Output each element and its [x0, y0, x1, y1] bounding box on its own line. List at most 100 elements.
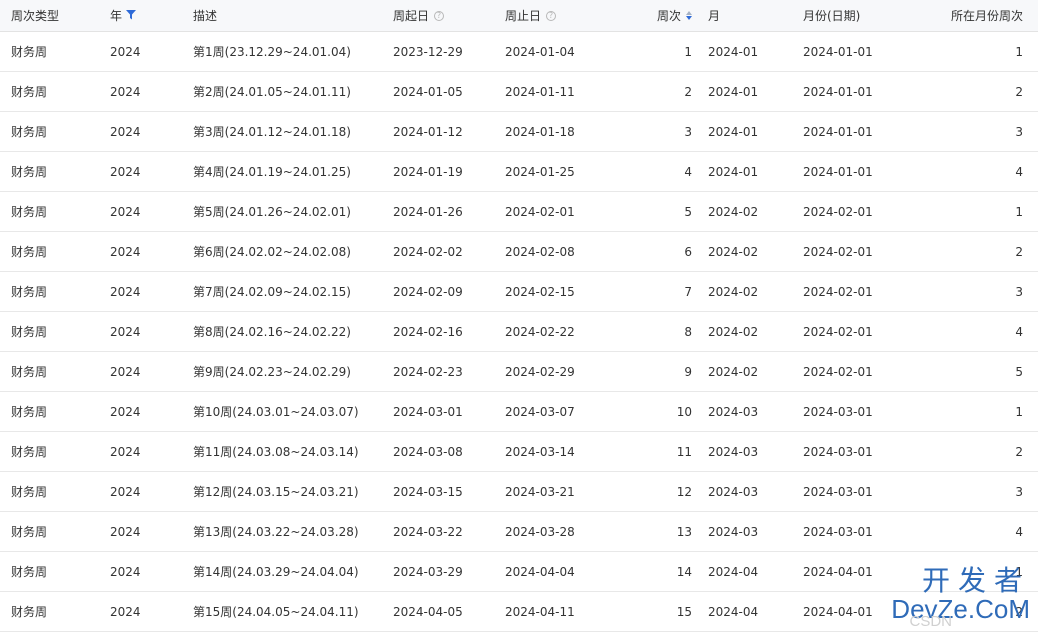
- header-description-label: 描述: [193, 9, 218, 23]
- table-row[interactable]: 财务周 2024 第3周(24.01.12~24.01.18) 2024-01-…: [0, 112, 1038, 152]
- table-row[interactable]: 财务周 2024 第5周(24.01.26~24.02.01) 2024-01-…: [0, 192, 1038, 232]
- cell-week-type: 财务周: [11, 85, 48, 99]
- question-circle-icon[interactable]: ?: [546, 10, 557, 21]
- question-circle-icon[interactable]: ?: [434, 10, 445, 21]
- sort-ascending-icon[interactable]: [686, 11, 692, 15]
- cell-description: 第12周(24.03.15~24.03.21): [193, 485, 359, 499]
- sort-icon[interactable]: [686, 11, 692, 20]
- cell-year: 2024: [110, 404, 141, 419]
- cell-month: 2024-03: [708, 444, 759, 459]
- header-week-number[interactable]: 周次: [600, 0, 692, 31]
- cell-month-date: 2024-02-01: [803, 284, 873, 299]
- cell-week-number: 10: [676, 404, 692, 419]
- cell-month-date: 2024-01-01: [803, 164, 873, 179]
- cell-week-type: 财务周: [11, 125, 48, 139]
- table-row[interactable]: 财务周 2024 第1周(23.12.29~24.01.04) 2023-12-…: [0, 32, 1038, 72]
- cell-week-start: 2024-04-05: [393, 604, 463, 619]
- cell-week-in-month: 4: [1015, 164, 1023, 179]
- cell-week-type: 财务周: [11, 565, 48, 579]
- filter-icon[interactable]: [126, 9, 137, 23]
- cell-year: 2024: [110, 124, 141, 139]
- table-row[interactable]: 财务周 2024 第8周(24.02.16~24.02.22) 2024-02-…: [0, 312, 1038, 352]
- cell-week-end: 2024-03-07: [505, 404, 575, 419]
- cell-week-type: 财务周: [11, 245, 48, 259]
- header-year[interactable]: 年: [110, 0, 185, 31]
- cell-week-type: 财务周: [11, 205, 48, 219]
- cell-week-type: 财务周: [11, 45, 48, 59]
- header-week-type[interactable]: 周次类型: [11, 0, 101, 31]
- table-row[interactable]: 财务周 2024 第14周(24.03.29~24.04.04) 2024-03…: [0, 552, 1038, 592]
- cell-week-in-month: 4: [1015, 324, 1023, 339]
- cell-month: 2024-01: [708, 84, 759, 99]
- cell-year: 2024: [110, 484, 141, 499]
- cell-month: 2024-03: [708, 524, 759, 539]
- cell-week-in-month: 2: [1015, 444, 1023, 459]
- cell-week-in-month: 3: [1015, 484, 1023, 499]
- cell-week-number: 9: [684, 364, 692, 379]
- cell-description: 第6周(24.02.02~24.02.08): [193, 245, 351, 259]
- cell-week-start: 2024-02-16: [393, 324, 463, 339]
- header-week-end[interactable]: 周止日 ?: [505, 0, 610, 31]
- cell-week-number: 8: [684, 324, 692, 339]
- cell-month: 2024-03: [708, 404, 759, 419]
- cell-week-end: 2024-04-11: [505, 604, 575, 619]
- cell-month: 2024-01: [708, 124, 759, 139]
- cell-week-end: 2024-01-25: [505, 164, 575, 179]
- cell-month: 2024-02: [708, 204, 759, 219]
- table-row[interactable]: 财务周 2024 第4周(24.01.19~24.01.25) 2024-01-…: [0, 152, 1038, 192]
- cell-month-date: 2024-03-01: [803, 524, 873, 539]
- table-row[interactable]: 财务周 2024 第13周(24.03.22~24.03.28) 2024-03…: [0, 512, 1038, 552]
- cell-month: 2024-04: [708, 604, 759, 619]
- table-row[interactable]: 财务周 2024 第11周(24.03.08~24.03.14) 2024-03…: [0, 432, 1038, 472]
- cell-week-in-month: 3: [1015, 124, 1023, 139]
- table-row[interactable]: 财务周 2024 第15周(24.04.05~24.04.11) 2024-04…: [0, 592, 1038, 632]
- cell-week-in-month: 1: [1015, 404, 1023, 419]
- cell-description: 第3周(24.01.12~24.01.18): [193, 125, 351, 139]
- table-row[interactable]: 财务周 2024 第7周(24.02.09~24.02.15) 2024-02-…: [0, 272, 1038, 312]
- cell-week-in-month: 3: [1015, 284, 1023, 299]
- cell-description: 第5周(24.01.26~24.02.01): [193, 205, 351, 219]
- cell-week-start: 2024-02-23: [393, 364, 463, 379]
- cell-week-end: 2024-02-29: [505, 364, 575, 379]
- header-description[interactable]: 描述: [193, 0, 388, 31]
- header-month-date[interactable]: 月份(日期): [803, 0, 903, 31]
- cell-month-date: 2024-01-01: [803, 44, 873, 59]
- table-row[interactable]: 财务周 2024 第9周(24.02.23~24.02.29) 2024-02-…: [0, 352, 1038, 392]
- cell-year: 2024: [110, 164, 141, 179]
- cell-week-number: 4: [684, 164, 692, 179]
- cell-week-start: 2024-03-15: [393, 484, 463, 499]
- cell-week-type: 财务周: [11, 325, 48, 339]
- cell-description: 第14周(24.03.29~24.04.04): [193, 565, 359, 579]
- header-month[interactable]: 月: [708, 0, 798, 31]
- table-row[interactable]: 财务周 2024 第6周(24.02.02~24.02.08) 2024-02-…: [0, 232, 1038, 272]
- table-row[interactable]: 财务周 2024 第12周(24.03.15~24.03.21) 2024-03…: [0, 472, 1038, 512]
- cell-week-type: 财务周: [11, 365, 48, 379]
- cell-week-start: 2024-03-01: [393, 404, 463, 419]
- cell-week-start: 2023-12-29: [393, 44, 463, 59]
- cell-week-in-month: 2: [1015, 244, 1023, 259]
- cell-description: 第2周(24.01.05~24.01.11): [193, 85, 351, 99]
- table-row[interactable]: 财务周 2024 第10周(24.03.01~24.03.07) 2024-03…: [0, 392, 1038, 432]
- cell-month-date: 2024-02-01: [803, 244, 873, 259]
- cell-month-date: 2024-02-01: [803, 364, 873, 379]
- header-year-label: 年: [110, 9, 123, 23]
- cell-week-end: 2024-01-18: [505, 124, 575, 139]
- cell-week-start: 2024-02-02: [393, 244, 463, 259]
- cell-month-date: 2024-03-01: [803, 444, 873, 459]
- cell-week-in-month: 4: [1015, 524, 1023, 539]
- cell-month-date: 2024-03-01: [803, 484, 873, 499]
- cell-week-start: 2024-03-22: [393, 524, 463, 539]
- cell-week-number: 6: [684, 244, 692, 259]
- cell-week-end: 2024-02-15: [505, 284, 575, 299]
- header-week-in-month[interactable]: 所在月份周次: [900, 0, 1023, 31]
- cell-month-date: 2024-03-01: [803, 404, 873, 419]
- cell-week-number: 5: [684, 204, 692, 219]
- table-header: 周次类型 年 描述 周起日 ? 周止日 ? 周次 月 月份(日期) 所在月份周次: [0, 0, 1038, 32]
- cell-week-number: 12: [676, 484, 692, 499]
- cell-month: 2024-03: [708, 484, 759, 499]
- cell-description: 第8周(24.02.16~24.02.22): [193, 325, 351, 339]
- header-week-start[interactable]: 周起日 ?: [393, 0, 498, 31]
- table-row[interactable]: 财务周 2024 第2周(24.01.05~24.01.11) 2024-01-…: [0, 72, 1038, 112]
- sort-descending-icon[interactable]: [686, 16, 692, 20]
- header-week-in-month-label: 所在月份周次: [950, 9, 1023, 23]
